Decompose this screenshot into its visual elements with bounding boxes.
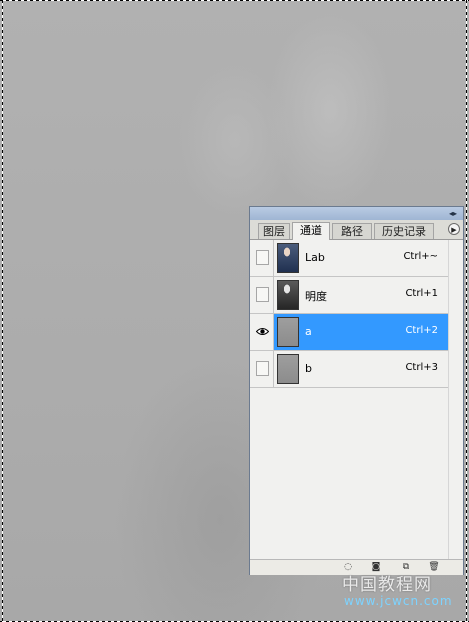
visibility-toggle[interactable]: [250, 277, 274, 313]
channel-name: Lab: [305, 251, 325, 264]
save-selection-icon[interactable]: ◙: [370, 562, 382, 573]
channel-name: b: [305, 362, 312, 375]
channel-row-lightness[interactable]: 明度 Ctrl+1: [250, 277, 448, 314]
tab-layers[interactable]: 图层: [258, 223, 290, 239]
channel-name: 明度: [305, 290, 327, 303]
visibility-toggle[interactable]: [250, 314, 274, 350]
channel-thumbnail: [277, 280, 299, 310]
visibility-toggle[interactable]: [250, 351, 274, 387]
channel-thumbnail: [277, 317, 299, 347]
channel-shortcut: Ctrl+2: [405, 325, 438, 336]
channel-row-b[interactable]: b Ctrl+3: [250, 351, 448, 388]
channels-panel: ◂▸ 图层 通道 路径 历史记录 ▶ Lab Ctrl+~ 明度 Ctrl+1: [249, 206, 464, 575]
channel-thumbnail: [277, 354, 299, 384]
eye-icon[interactable]: [256, 327, 269, 336]
tab-channels[interactable]: 通道: [292, 222, 330, 240]
load-selection-icon[interactable]: ◌: [342, 562, 354, 573]
tab-history[interactable]: 历史记录: [374, 223, 434, 239]
new-channel-icon[interactable]: ⧉: [400, 562, 412, 573]
visibility-box[interactable]: [256, 287, 269, 302]
visibility-box[interactable]: [256, 250, 269, 265]
tab-paths[interactable]: 路径: [332, 223, 372, 239]
scrollbar[interactable]: [448, 240, 463, 560]
channel-name: a: [305, 325, 312, 338]
channel-row-lab[interactable]: Lab Ctrl+~: [250, 240, 448, 277]
channel-shortcut: Ctrl+3: [405, 362, 438, 373]
panel-titlebar[interactable]: ◂▸: [250, 207, 463, 220]
channel-list: Lab Ctrl+~ 明度 Ctrl+1 a Ctrl+2 b Ctrl+3: [250, 240, 448, 560]
trash-icon[interactable]: 🗑: [428, 562, 440, 573]
play-arrow-icon[interactable]: ▶: [448, 223, 460, 235]
channel-shortcut: Ctrl+~: [403, 251, 438, 262]
panel-bottom-bar: ◌ ◙ ⧉ 🗑: [250, 559, 463, 575]
channel-thumbnail: [277, 243, 299, 273]
visibility-toggle[interactable]: [250, 240, 274, 276]
double-arrow-icon[interactable]: ◂▸: [447, 209, 459, 218]
channel-row-a[interactable]: a Ctrl+2: [250, 314, 448, 351]
visibility-box[interactable]: [256, 361, 269, 376]
panel-tabs: 图层 通道 路径 历史记录 ▶: [250, 220, 463, 240]
channel-shortcut: Ctrl+1: [405, 288, 438, 299]
